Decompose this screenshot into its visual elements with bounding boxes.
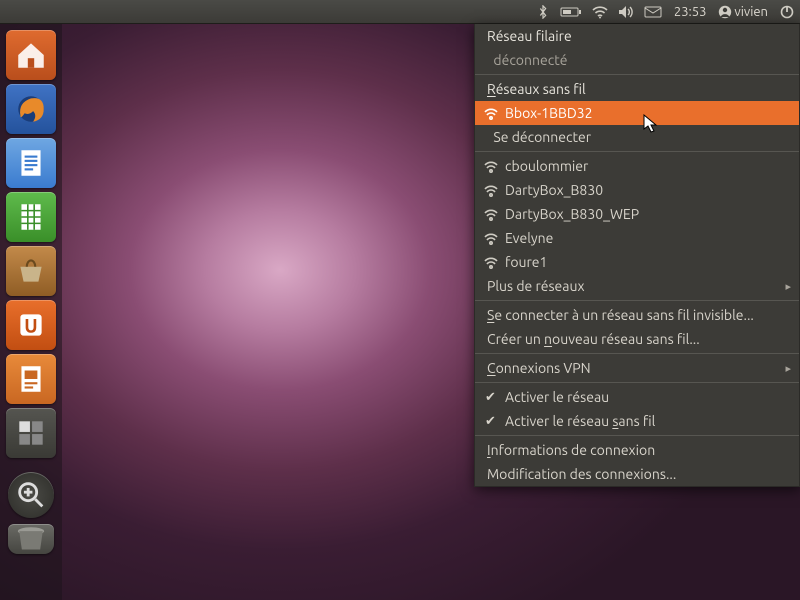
wifi-network-item[interactable]: Evelyne [475, 226, 799, 250]
wired-header: Réseau filaire [475, 24, 799, 48]
enable-wifi[interactable]: ✔ Activer le réseau sans fil [475, 409, 799, 433]
wifi-ssid: DartyBox_B830 [505, 182, 603, 198]
connection-info[interactable]: Informations de connexion [475, 438, 799, 462]
separator [475, 300, 799, 301]
check-icon: ✔ [485, 390, 496, 405]
launcher-workspace-switcher[interactable] [6, 408, 56, 458]
wifi-icon [483, 230, 499, 246]
volume-icon[interactable] [618, 5, 634, 19]
wifi-connected-item[interactable]: Bbox-1BBD32 [475, 101, 799, 125]
launcher-impress[interactable] [6, 354, 56, 404]
separator [475, 74, 799, 75]
wifi-ssid: DartyBox_B830_WEP [505, 206, 639, 222]
wifi-network-item[interactable]: DartyBox_B830_WEP [475, 202, 799, 226]
launcher-trash[interactable] [8, 524, 54, 554]
session-icon[interactable] [780, 5, 794, 19]
clock-text: 23:53 [672, 5, 709, 19]
wifi-icon [483, 182, 499, 198]
wifi-network-item[interactable]: foure1 [475, 250, 799, 274]
launcher-lens[interactable] [8, 472, 54, 518]
wifi-ssid: cboulommier [505, 158, 588, 174]
wifi-ssid: foure1 [505, 254, 547, 270]
wifi-ssid: Bbox-1BBD32 [505, 105, 593, 121]
battery-icon[interactable] [560, 6, 582, 18]
check-icon: ✔ [485, 414, 496, 429]
launcher-firefox[interactable] [6, 84, 56, 134]
top-panel: 23:53 vivien [0, 0, 800, 24]
vpn-submenu[interactable]: Connexions VPN ▸ [475, 356, 799, 380]
launcher-home-folder[interactable] [6, 30, 56, 80]
wired-status: déconnecté [475, 48, 799, 72]
separator [475, 382, 799, 383]
wifi-icon [483, 206, 499, 222]
wifi-icon [483, 254, 499, 270]
separator [475, 353, 799, 354]
wifi-disconnect[interactable]: Se déconnecter [475, 125, 799, 149]
more-networks[interactable]: Plus de réseaux ▸ [475, 274, 799, 298]
messaging-icon[interactable] [644, 6, 662, 18]
enable-networking[interactable]: ✔ Activer le réseau [475, 385, 799, 409]
wifi-ssid: Evelyne [505, 230, 553, 246]
edit-connections[interactable]: Modification des connexions... [475, 462, 799, 486]
network-menu: Réseau filaire déconnecté Réseaux sans f… [474, 24, 800, 487]
unity-launcher: U [0, 24, 62, 600]
create-network[interactable]: Créer un nouveau réseau sans fil... [475, 327, 799, 351]
wifi-network-item[interactable]: cboulommier [475, 154, 799, 178]
launcher-ubuntu-one[interactable]: U [6, 300, 56, 350]
submenu-arrow-icon: ▸ [785, 280, 791, 293]
launcher-calc[interactable] [6, 192, 56, 242]
wifi-icon [483, 105, 499, 121]
separator [475, 435, 799, 436]
connect-hidden[interactable]: Se connecter à un réseau sans fil invisi… [475, 303, 799, 327]
svg-text:U: U [24, 314, 37, 336]
user-name: vivien [732, 5, 770, 19]
launcher-software-center[interactable] [6, 246, 56, 296]
wifi-network-item[interactable]: DartyBox_B830 [475, 178, 799, 202]
submenu-arrow-icon: ▸ [785, 362, 791, 375]
clock[interactable]: 23:53 [672, 5, 709, 19]
separator [475, 151, 799, 152]
user-menu[interactable]: vivien [718, 5, 770, 19]
bluetooth-icon[interactable] [536, 5, 550, 19]
wireless-header: Réseaux sans fil [475, 77, 799, 101]
launcher-writer[interactable] [6, 138, 56, 188]
network-icon[interactable] [592, 5, 608, 19]
wifi-icon [483, 158, 499, 174]
